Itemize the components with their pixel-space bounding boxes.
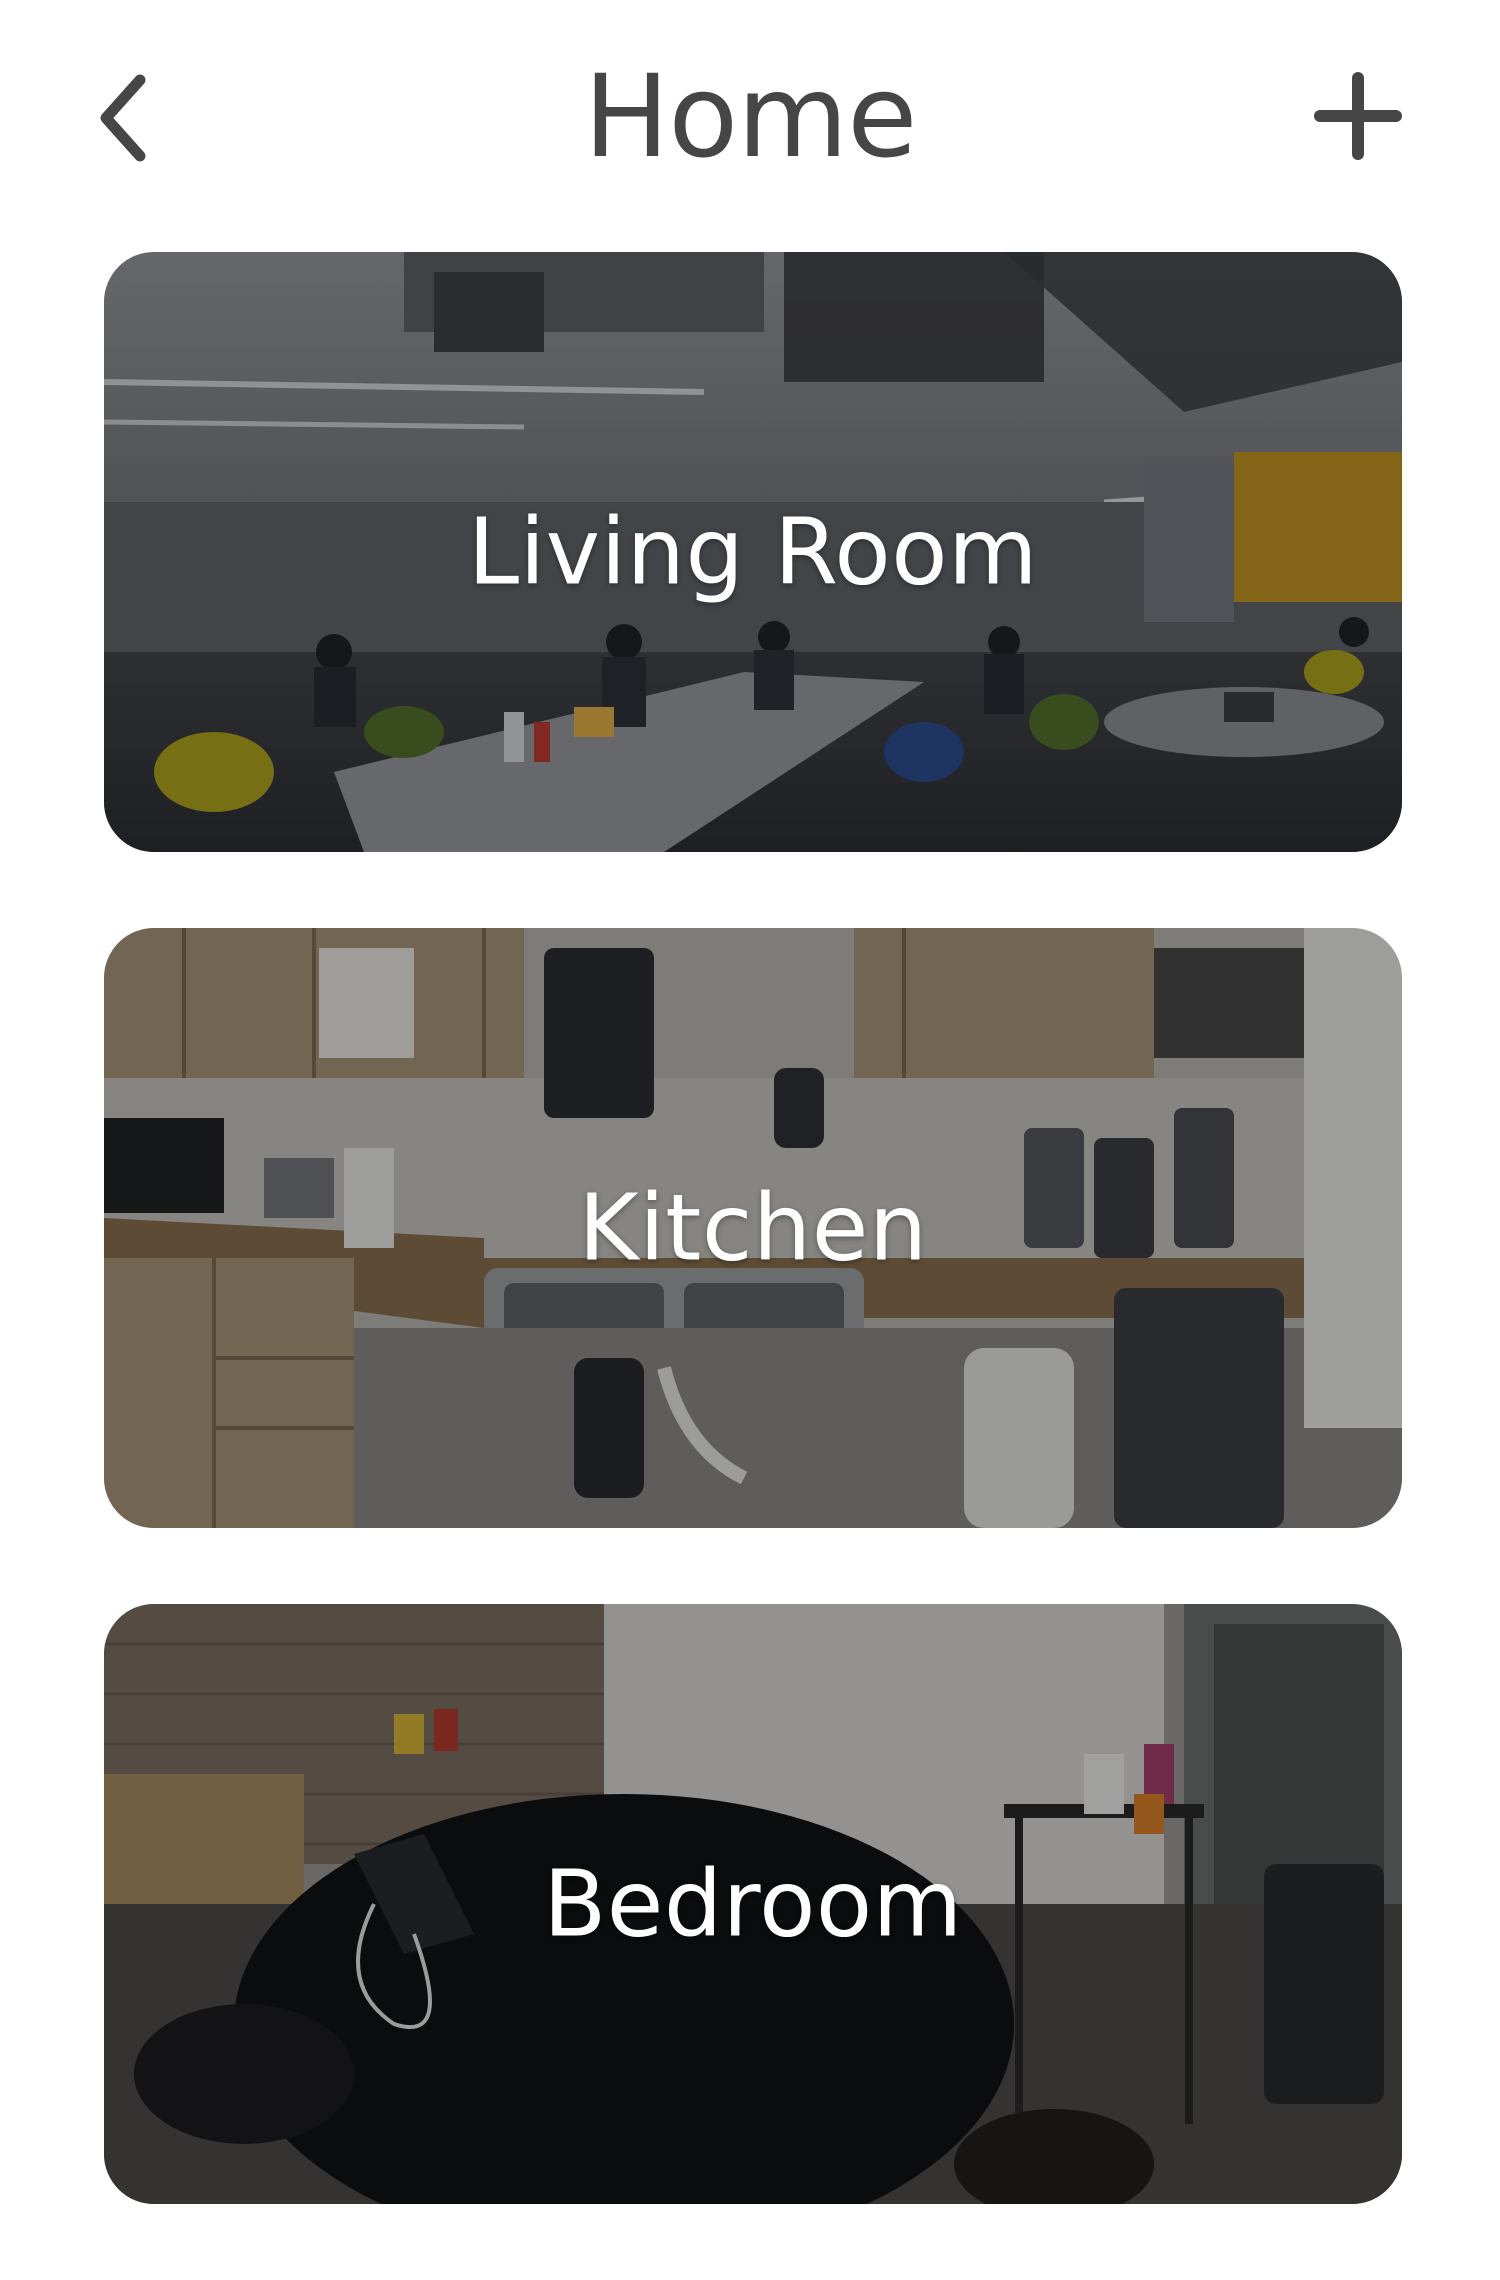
room-list: Living Room Kitchen Bedroom xyxy=(104,252,1402,2280)
room-card-kitchen[interactable]: Kitchen xyxy=(104,928,1402,1528)
page-title: Home xyxy=(583,50,918,183)
room-label: Bedroom xyxy=(543,1850,963,1958)
plus-icon xyxy=(1314,72,1402,160)
room-card-living-room[interactable]: Living Room xyxy=(104,252,1402,852)
room-card-bedroom[interactable]: Bedroom xyxy=(104,1604,1402,2204)
room-label: Living Room xyxy=(467,498,1039,606)
room-label: Kitchen xyxy=(578,1174,928,1282)
add-room-button[interactable] xyxy=(1308,66,1408,166)
header: Home xyxy=(0,0,1500,240)
